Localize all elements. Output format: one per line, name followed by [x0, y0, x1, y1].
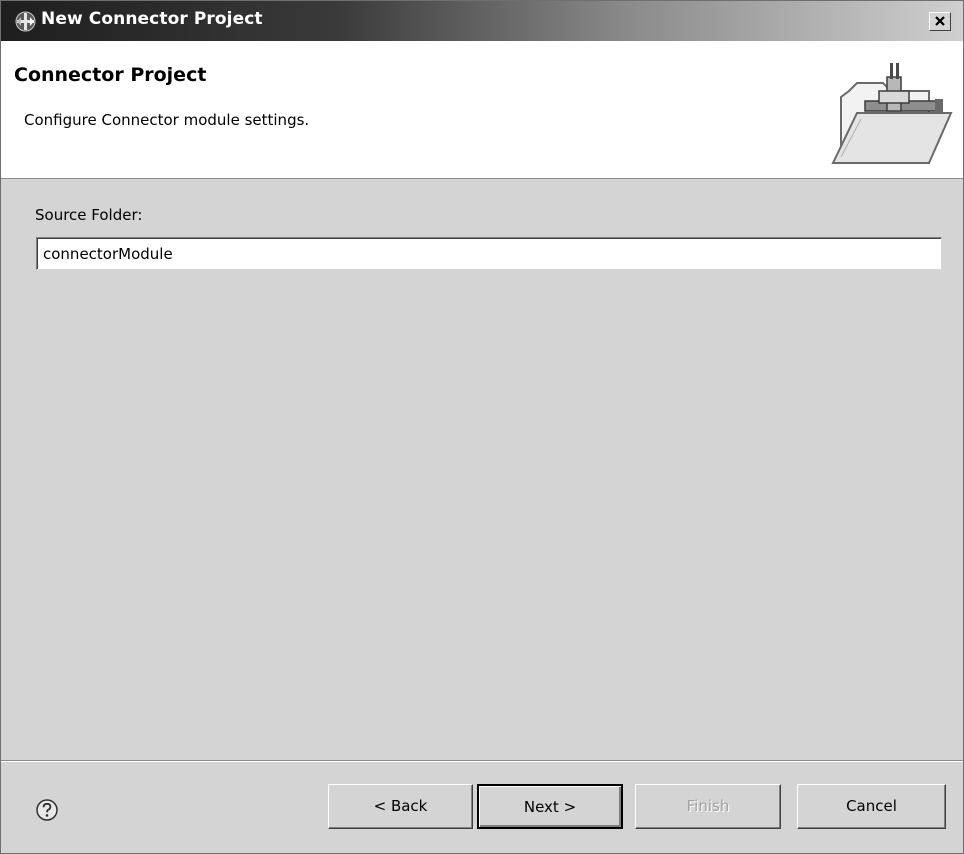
source-folder-label: Source Folder: — [35, 206, 143, 224]
page-description: Configure Connector module settings. — [24, 111, 310, 129]
back-button[interactable]: < Back — [328, 784, 473, 829]
next-button[interactable]: Next > — [477, 784, 623, 829]
close-icon — [930, 15, 950, 34]
connector-project-icon — [15, 11, 36, 32]
help-icon[interactable] — [35, 798, 59, 822]
new-connector-project-dialog: New Connector Project Connector Project … — [0, 0, 964, 854]
finish-button[interactable]: Finish — [635, 784, 781, 829]
source-folder-input[interactable] — [36, 237, 942, 270]
close-button[interactable] — [929, 12, 951, 31]
wizard-banner: Connector Project Configure Connector mo… — [1, 41, 963, 179]
page-title: Connector Project — [14, 64, 207, 86]
footer-separator — [1, 760, 963, 762]
folder-connector-icon — [817, 57, 957, 169]
title-bar[interactable]: New Connector Project — [1, 1, 963, 41]
cancel-button[interactable]: Cancel — [797, 784, 946, 829]
window-title: New Connector Project — [41, 9, 263, 29]
